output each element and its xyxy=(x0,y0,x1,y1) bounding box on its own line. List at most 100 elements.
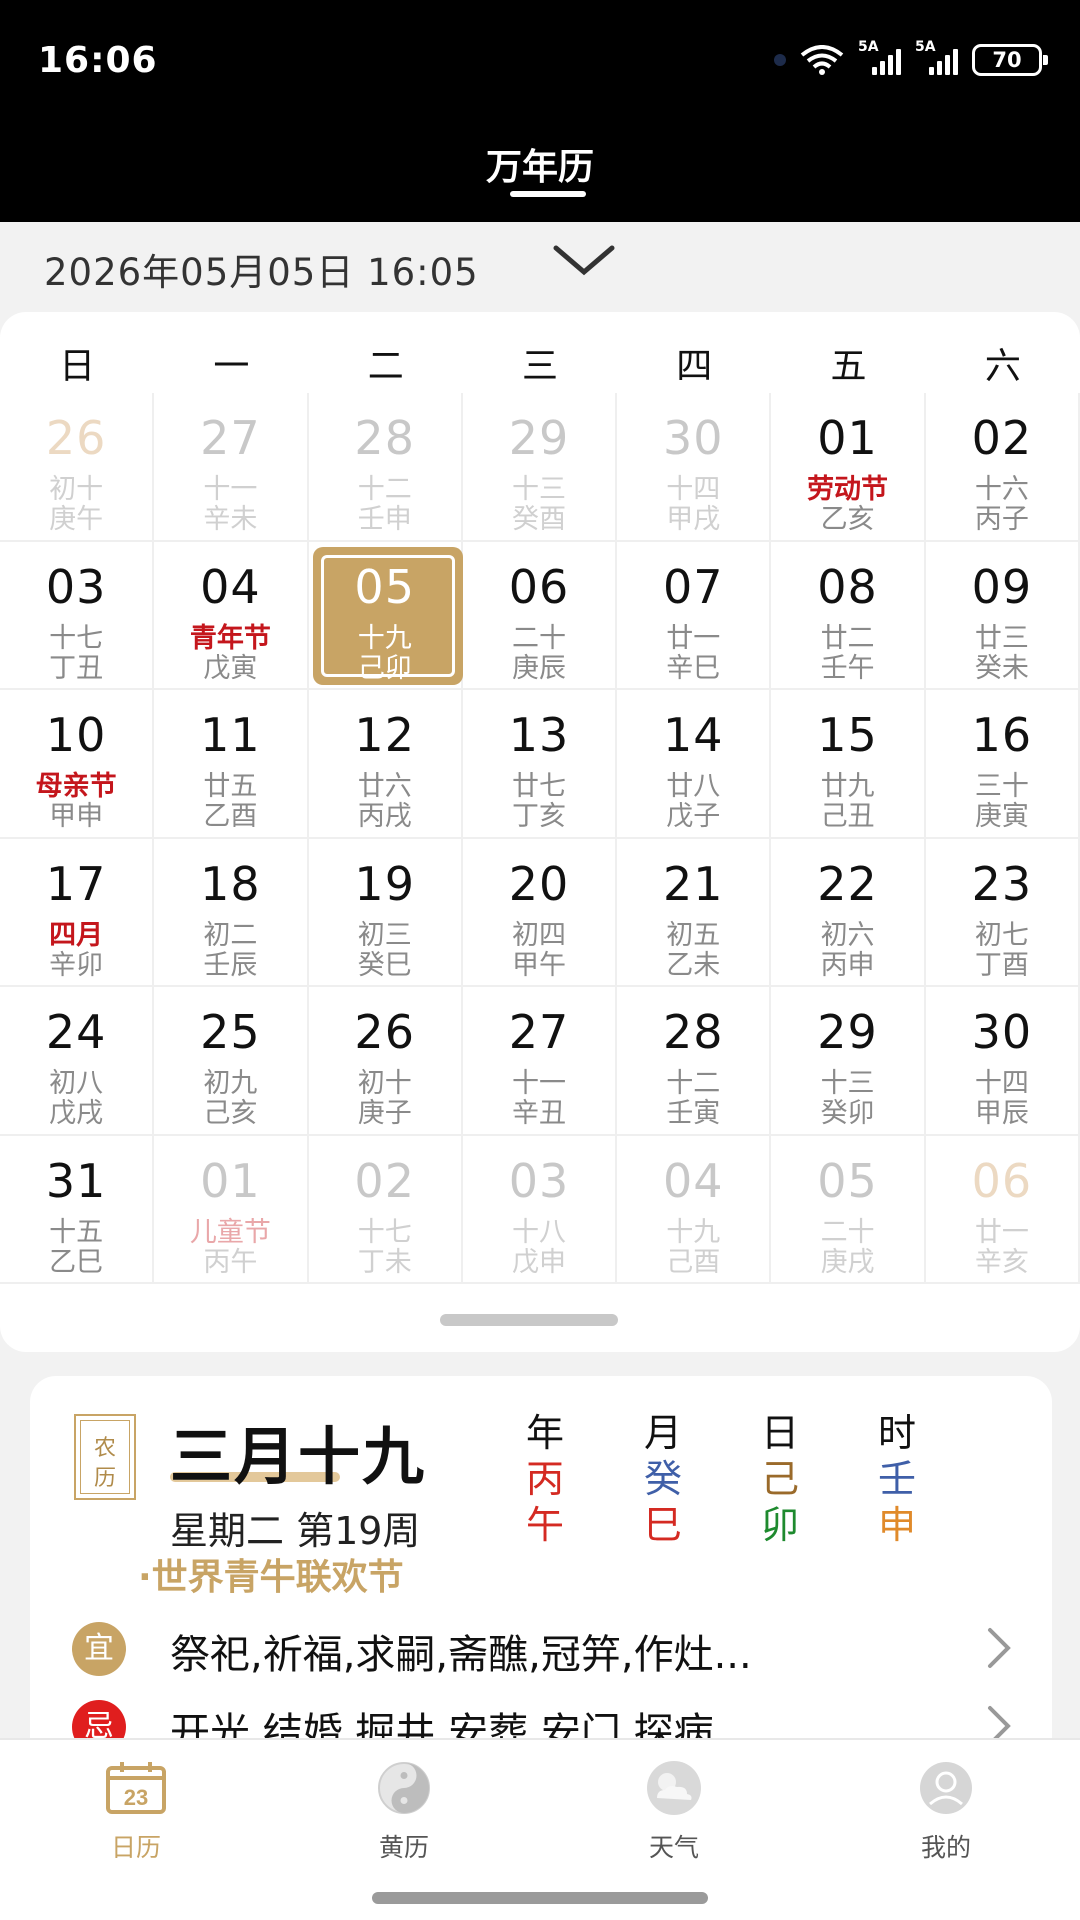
battery-level: 70 xyxy=(992,48,1022,72)
day-number: 23 xyxy=(971,856,1033,911)
calendar-day[interactable]: 06 廿一 辛亥 xyxy=(925,1135,1080,1284)
calendar-day[interactable]: 04 十九 己酉 xyxy=(617,1135,772,1284)
day-number: 25 xyxy=(200,1005,261,1059)
calendar-day[interactable]: 28 十二 壬寅 xyxy=(617,987,772,1136)
nav-calendar[interactable]: 23 日历 xyxy=(66,1760,206,1864)
day-number: 07 xyxy=(663,559,724,614)
calendar-day[interactable]: 06 二十 庚辰 xyxy=(462,541,618,690)
calendar-day[interactable]: 01 儿童节 丙午 xyxy=(154,1135,309,1284)
calendar-day[interactable]: 08 廿二 壬午 xyxy=(771,541,926,690)
ganzhi-day: 乙巳 xyxy=(49,1246,104,1278)
ganzhi-day: 庚子 xyxy=(357,1098,412,1129)
chevron-right-icon[interactable] xyxy=(986,1626,1012,1674)
calendar-day[interactable]: 26 初十 庚午 xyxy=(0,393,155,542)
ganzhi-day: 辛未 xyxy=(203,504,258,535)
nav-label: 我的 xyxy=(920,1833,971,1862)
day-number: 09 xyxy=(971,559,1033,614)
calendar-day[interactable]: 19 初三 癸巳 xyxy=(308,838,463,987)
day-number: 06 xyxy=(508,559,570,614)
earthly-branch: 卯 xyxy=(760,1503,799,1547)
calendar-day[interactable]: 18 初二 壬辰 xyxy=(154,838,309,987)
day-number: 01 xyxy=(817,411,878,465)
day-number: 30 xyxy=(971,1005,1033,1059)
calendar-day[interactable]: 13 廿七 丁亥 xyxy=(462,690,618,839)
ganzhi-day: 戊戌 xyxy=(49,1098,104,1129)
calendar-day[interactable]: 01 劳动节 乙亥 xyxy=(771,393,926,542)
ganzhi-day: 丙午 xyxy=(203,1246,258,1278)
calendar-day[interactable]: 31 十五 乙巳 xyxy=(0,1135,155,1284)
calendar-day[interactable]: 09 廿三 癸未 xyxy=(925,541,1080,690)
calendar-day[interactable]: 23 初七 丁酉 xyxy=(925,838,1080,987)
calendar-day[interactable]: 16 三十 庚寅 xyxy=(925,690,1080,839)
earthly-branch: 巳 xyxy=(643,1503,682,1547)
ganzhi-day: 丁酉 xyxy=(974,949,1029,981)
ganzhi-day: 己卯 xyxy=(357,652,412,684)
day-number: 30 xyxy=(663,411,724,465)
calendar-day[interactable]: 30 十四 甲戌 xyxy=(617,393,772,542)
calendar-day[interactable]: 02 十六 丙子 xyxy=(925,393,1080,542)
day-number: 05 xyxy=(354,559,415,614)
calendar-day[interactable]: 10 母亲节 甲申 xyxy=(0,690,155,839)
calendar-day[interactable]: 22 初六 丙申 xyxy=(771,838,926,987)
cellular-signal-2-icon: 5A xyxy=(915,39,958,75)
ganzhi-day: 乙未 xyxy=(666,949,721,981)
nav-label: 黄历 xyxy=(378,1833,429,1862)
festival-label[interactable]: ·世界青牛联欢节 xyxy=(138,1548,404,1600)
day-number: 08 xyxy=(817,559,878,614)
ganzhi-day: 癸卯 xyxy=(820,1098,875,1129)
calendar-day[interactable]: 03 十七 丁丑 xyxy=(0,541,155,690)
date-selector[interactable]: 2026年05月05日 16:05 xyxy=(0,222,1080,312)
calendar-day[interactable]: 27 十一 辛未 xyxy=(154,393,309,542)
day-number: 29 xyxy=(817,1005,878,1059)
calendar-day[interactable]: 27 十一 辛丑 xyxy=(462,987,618,1136)
day-number: 19 xyxy=(354,856,415,911)
calendar-day[interactable]: 26 初十 庚子 xyxy=(308,987,463,1136)
calendar-day[interactable]: 28 十二 壬申 xyxy=(308,393,463,542)
nav-profile[interactable]: 我的 xyxy=(876,1760,1016,1864)
drag-handle[interactable] xyxy=(440,1314,618,1326)
calendar-day[interactable]: 07 廿一 辛巳 xyxy=(617,541,772,690)
almanac-card[interactable]: 农 历 三月十九 星期二 第19周 ·世界青牛联欢节 年丙午月癸巳日己卯时壬申 … xyxy=(30,1376,1052,1776)
weekday-label: 三 xyxy=(521,346,558,387)
ganzhi-day: 甲申 xyxy=(49,801,104,832)
calendar-day[interactable]: 17 四月 辛卯 xyxy=(0,838,155,987)
ganzhi-day: 丁亥 xyxy=(511,801,566,832)
ganzhi-column: 时壬申 xyxy=(867,1410,927,1548)
heavenly-stem: 丙 xyxy=(525,1457,564,1501)
ganzhi-column: 日己卯 xyxy=(750,1410,810,1548)
calendar-day[interactable]: 14 廿八 戊子 xyxy=(617,690,772,839)
calendar-day[interactable]: 04 青年节 戊寅 xyxy=(154,541,309,690)
lunar-calendar-badge: 农 历 xyxy=(74,1414,136,1500)
day-number: 16 xyxy=(971,708,1033,762)
day-number: 05 xyxy=(817,1153,878,1208)
nav-weather[interactable]: 天气 xyxy=(604,1760,744,1864)
calendar-day[interactable]: 29 十三 癸卯 xyxy=(771,987,926,1136)
suitable-row[interactable]: 宜 祭祀,祈福,求嗣,斋醮,冠笄,作灶... xyxy=(72,1616,1032,1680)
calendar-day[interactable]: 02 十七 丁未 xyxy=(308,1135,463,1284)
ganzhi-day: 癸酉 xyxy=(511,504,566,535)
calendar-day[interactable]: 25 初九 己亥 xyxy=(154,987,309,1136)
calendar-day[interactable]: 11 廿五 乙酉 xyxy=(154,690,309,839)
calendar-day[interactable]: 30 十四 甲辰 xyxy=(925,987,1080,1136)
nav-almanac[interactable]: 黄历 xyxy=(334,1760,474,1864)
current-date-text[interactable]: 2026年05月05日 16:05 xyxy=(44,242,479,296)
ganzhi-day: 丁未 xyxy=(357,1246,412,1278)
calendar-day[interactable]: 15 廿九 己丑 xyxy=(771,690,926,839)
calendar-day[interactable]: 24 初八 戊戌 xyxy=(0,987,155,1136)
calendar-day[interactable]: 12 廿六 丙戌 xyxy=(308,690,463,839)
calendar-day[interactable]: 20 初四 甲午 xyxy=(462,838,618,987)
calendar-day[interactable]: 21 初五 乙未 xyxy=(617,838,772,987)
ganzhi-heading: 日 xyxy=(760,1411,799,1455)
calendar-day-selected[interactable]: 05 十九 己卯 xyxy=(308,541,463,690)
suitable-activities: 祭祀,祈福,求嗣,斋醮,冠笄,作灶... xyxy=(170,1632,752,1678)
profile-icon xyxy=(914,1762,978,1820)
weekday-label: 一 xyxy=(213,346,250,387)
calendar-day[interactable]: 29 十三 癸酉 xyxy=(462,393,618,542)
day-number: 02 xyxy=(354,1153,415,1208)
calendar-day[interactable]: 05 二十 庚戌 xyxy=(771,1135,926,1284)
day-number: 13 xyxy=(508,708,570,762)
calendar-day[interactable]: 03 十八 戊申 xyxy=(462,1135,618,1284)
chevron-down-icon[interactable] xyxy=(552,242,616,282)
cellular-signal-1-icon: 5A xyxy=(858,39,901,75)
day-number: 29 xyxy=(508,411,570,465)
